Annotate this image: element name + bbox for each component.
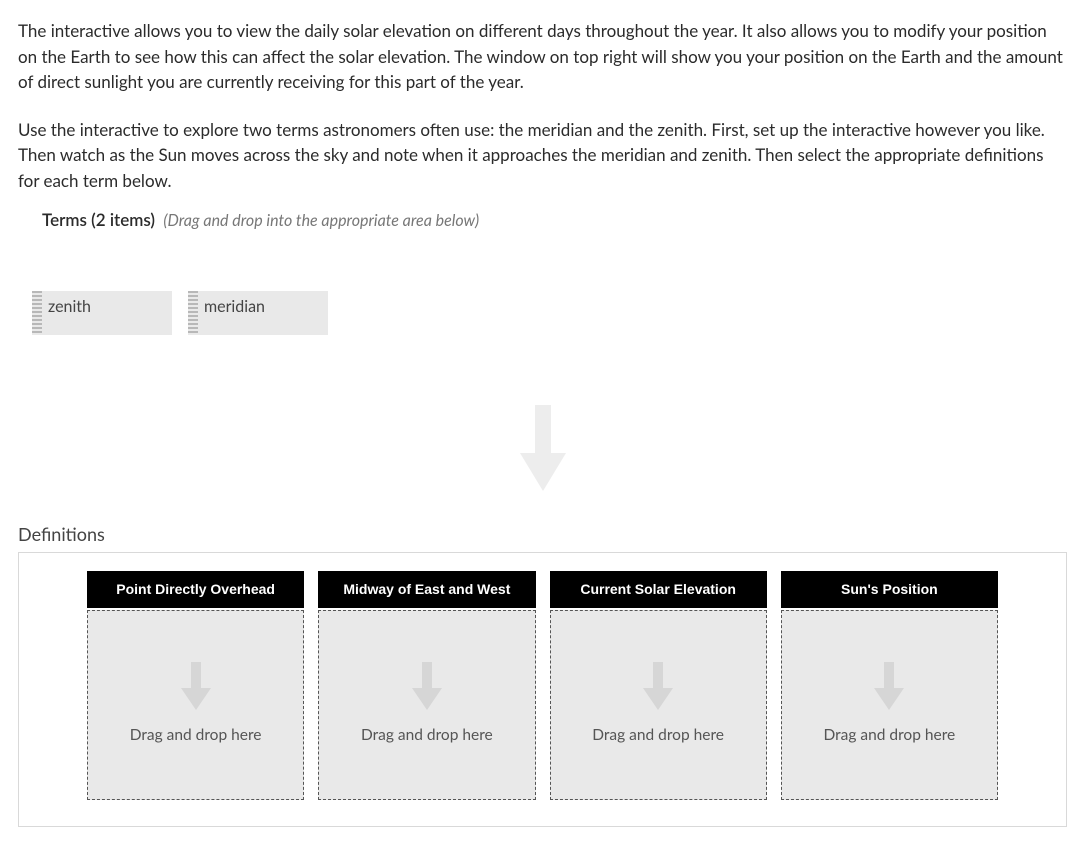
drop-column-header: Point Directly Overhead — [87, 571, 304, 608]
definitions-title: Definitions — [18, 521, 1067, 548]
terms-header-hint: (Drag and drop into the appropriate area… — [163, 211, 479, 230]
drop-column-header: Midway of East and West — [318, 571, 535, 608]
instructions-paragraph-1: The interactive allows you to view the d… — [18, 18, 1067, 95]
terms-source-area: zenith meridian — [32, 291, 1067, 335]
drop-zone[interactable]: Drag and drop here — [550, 610, 767, 800]
term-chip-label: meridian — [198, 291, 328, 335]
drop-zone-placeholder: Drag and drop here — [361, 724, 493, 747]
drop-column-point-directly-overhead: Point Directly Overhead Drag and drop he… — [87, 571, 304, 800]
definitions-panel: Point Directly Overhead Drag and drop he… — [18, 552, 1067, 827]
drop-zone-placeholder: Drag and drop here — [824, 724, 956, 747]
drop-zone[interactable]: Drag and drop here — [781, 610, 998, 800]
drop-zone[interactable]: Drag and drop here — [318, 610, 535, 800]
drop-column-header: Sun's Position — [781, 571, 998, 608]
drop-zone[interactable]: Drag and drop here — [87, 610, 304, 800]
arrow-down-icon — [643, 662, 673, 710]
drop-column-suns-position: Sun's Position Drag and drop here — [781, 571, 998, 800]
drag-handle-icon — [32, 291, 42, 335]
terms-header: Terms (2 items) (Drag and drop into the … — [42, 207, 1067, 233]
drop-column-current-solar-elevation: Current Solar Elevation Drag and drop he… — [550, 571, 767, 800]
drop-zone-placeholder: Drag and drop here — [130, 724, 262, 747]
arrow-down-icon — [18, 405, 1067, 491]
drag-handle-icon — [188, 291, 198, 335]
drop-column-midway-east-west: Midway of East and West Drag and drop he… — [318, 571, 535, 800]
term-chip-label: zenith — [42, 291, 172, 335]
instructions-block: The interactive allows you to view the d… — [18, 18, 1067, 193]
term-chip-meridian[interactable]: meridian — [188, 291, 328, 335]
arrow-down-icon — [874, 662, 904, 710]
term-chip-zenith[interactable]: zenith — [32, 291, 172, 335]
drop-zone-placeholder: Drag and drop here — [592, 724, 724, 747]
arrow-down-icon — [181, 662, 211, 710]
drop-targets-row: Point Directly Overhead Drag and drop he… — [87, 571, 998, 800]
arrow-down-icon — [412, 662, 442, 710]
terms-header-title: Terms (2 items) — [42, 209, 155, 230]
drop-column-header: Current Solar Elevation — [550, 571, 767, 608]
instructions-paragraph-2: Use the interactive to explore two terms… — [18, 117, 1067, 194]
